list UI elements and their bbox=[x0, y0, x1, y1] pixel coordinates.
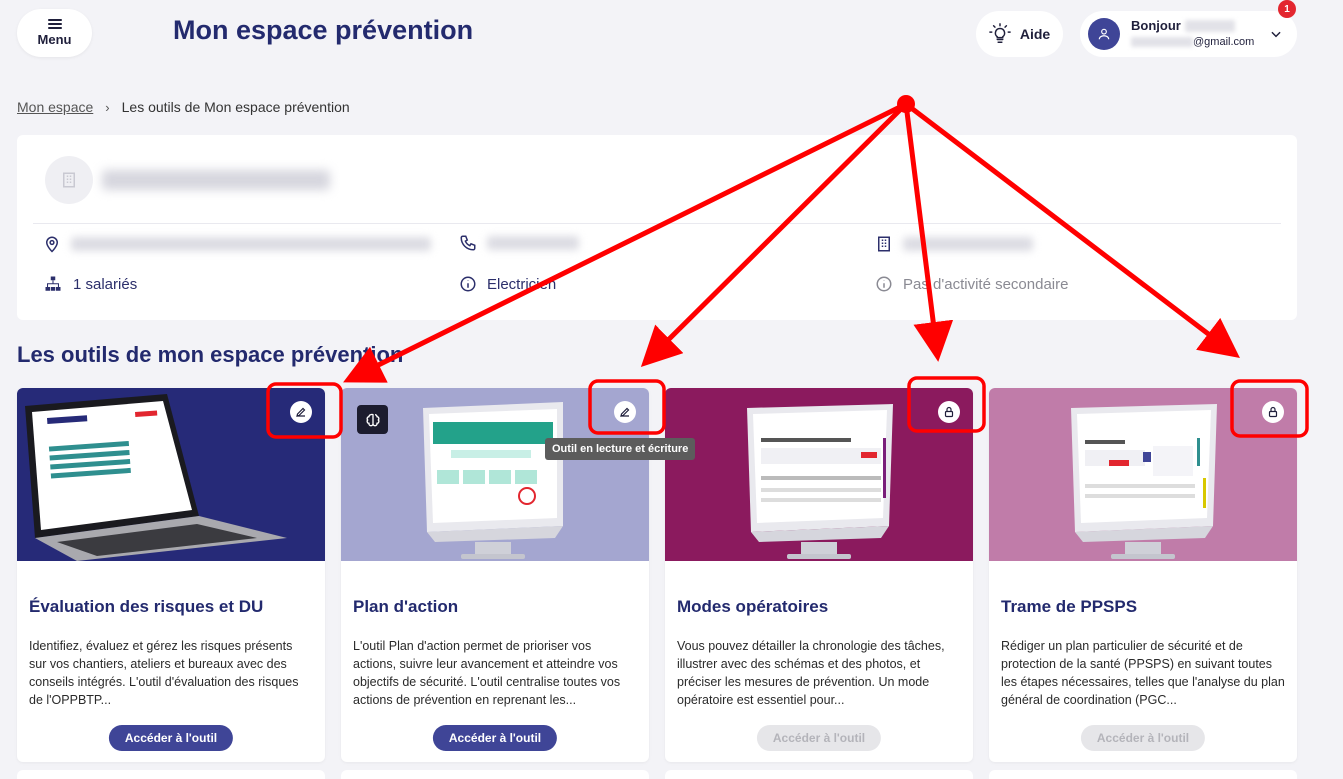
activity-info: Electricien bbox=[459, 275, 556, 293]
greeting: Bonjour bbox=[1131, 18, 1181, 33]
tool-image-laptop bbox=[17, 388, 325, 561]
section-title: Les outils de mon espace prévention bbox=[17, 342, 404, 367]
company-card: 1 salariés Electricien Pas d'activité se… bbox=[17, 135, 1297, 320]
tool-title: Plan d'action bbox=[353, 597, 459, 616]
tool-title: Modes opératoires bbox=[677, 597, 829, 616]
building-icon bbox=[63, 172, 75, 188]
tool-description: Vous pouvez détailler la chronologie des… bbox=[677, 639, 945, 707]
secondary-activity: Pas d'activité secondaire bbox=[903, 275, 1069, 293]
divider bbox=[33, 223, 1281, 224]
email-redacted bbox=[1131, 37, 1193, 47]
tool-card-ppsps: Trame de PPSPS Rédiger un plan particuli… bbox=[989, 388, 1297, 762]
laptop-illustration bbox=[25, 394, 287, 561]
tool-image-monitor bbox=[341, 388, 649, 561]
tooltip: Outil en lecture et écriture bbox=[545, 438, 696, 460]
user-name-redacted bbox=[1184, 20, 1235, 32]
avatar bbox=[1088, 18, 1120, 50]
employees-info: 1 salariés bbox=[43, 275, 137, 293]
tool-description: Identifiez, évaluez et gérez les risques… bbox=[29, 639, 299, 707]
access-tool-button-evaluation[interactable]: Accéder à l'outil bbox=[108, 725, 234, 751]
company-name-redacted bbox=[102, 170, 330, 190]
tool-title: Trame de PPSPS bbox=[1001, 597, 1138, 616]
breadcrumb-home-link[interactable]: Mon espace bbox=[17, 99, 93, 115]
next-row-card bbox=[341, 770, 649, 779]
address-redacted bbox=[71, 237, 431, 251]
tool-image-monitor bbox=[989, 388, 1297, 561]
siret-info bbox=[875, 234, 1033, 254]
tool-title: Évaluation des risques et DU bbox=[29, 597, 264, 616]
menu-label: Menu bbox=[37, 32, 72, 47]
breadcrumb-current: Les outils de Mon espace prévention bbox=[121, 99, 350, 115]
monitor-illustration bbox=[1071, 404, 1217, 559]
access-tool-button-ppsps[interactable]: Accéder à l'outil bbox=[1080, 725, 1206, 751]
next-row-card bbox=[665, 770, 973, 779]
access-tool-button-plan-action[interactable]: Accéder à l'outil bbox=[432, 725, 558, 751]
siret-redacted bbox=[903, 237, 1033, 251]
email-domain: @gmail.com bbox=[1193, 36, 1255, 48]
lock-icon[interactable] bbox=[1262, 401, 1284, 423]
help-button[interactable]: Aide bbox=[976, 11, 1063, 57]
secondary-activity-info: Pas d'activité secondaire bbox=[875, 275, 1068, 293]
page-title: Mon espace prévention bbox=[173, 15, 474, 45]
menu-button[interactable]: Menu bbox=[17, 9, 92, 57]
user-menu-button[interactable]: Bonjour @gmail.com bbox=[1080, 11, 1297, 57]
pencil-icon[interactable] bbox=[290, 401, 312, 423]
info-icon bbox=[876, 276, 892, 292]
annotation-origin-dot bbox=[897, 95, 915, 113]
info-icon bbox=[460, 276, 476, 292]
next-row-card bbox=[989, 770, 1297, 779]
main-activity: Electricien bbox=[487, 275, 557, 293]
access-tool-button-modes-operatoires[interactable]: Accéder à l'outil bbox=[756, 725, 882, 751]
tool-image-monitor bbox=[665, 388, 973, 561]
company-logo bbox=[45, 156, 93, 204]
notification-badge: 1 bbox=[1278, 0, 1296, 18]
org-chart-icon bbox=[45, 276, 61, 291]
phone-icon bbox=[460, 235, 476, 251]
pencil-icon[interactable] bbox=[614, 401, 636, 423]
user-icon bbox=[1098, 28, 1110, 40]
address-info bbox=[43, 234, 431, 254]
tool-card-evaluation: Évaluation des risques et DU Identifiez,… bbox=[17, 388, 325, 762]
breadcrumb: Mon espace › Les outils de Mon espace pr… bbox=[17, 99, 350, 115]
breadcrumb-separator: › bbox=[105, 99, 110, 115]
tool-card-modes-operatoires: Modes opératoires Vous pouvez détailler … bbox=[665, 388, 973, 762]
location-pin-icon bbox=[45, 236, 59, 253]
monitor-illustration bbox=[747, 404, 893, 559]
help-label: Aide bbox=[1019, 26, 1051, 42]
phone-redacted bbox=[487, 236, 579, 250]
tool-description: L'outil Plan d'action permet de priorise… bbox=[353, 639, 621, 707]
next-row-card bbox=[17, 770, 325, 779]
hamburger-icon bbox=[47, 19, 62, 29]
phone-info bbox=[459, 234, 579, 252]
lightbulb-icon bbox=[989, 23, 1011, 43]
brain-icon bbox=[357, 405, 388, 434]
building-icon bbox=[878, 236, 890, 252]
lock-icon[interactable] bbox=[938, 401, 960, 423]
employees-count: 1 salariés bbox=[73, 275, 138, 293]
tool-description: Rédiger un plan particulier de sécurité … bbox=[1001, 639, 1285, 707]
chevron-down-icon bbox=[1271, 31, 1281, 38]
